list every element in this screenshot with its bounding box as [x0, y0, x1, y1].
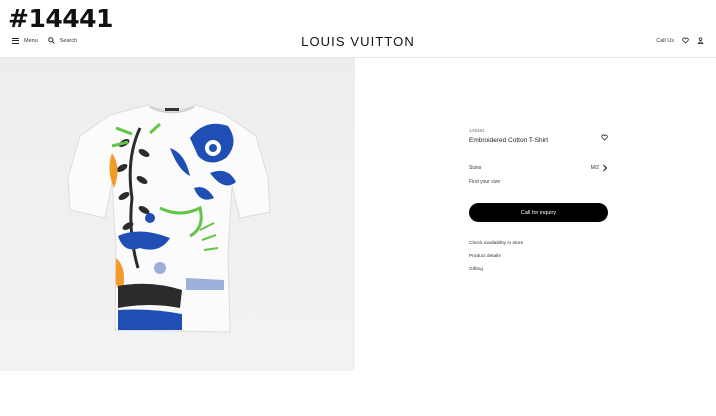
account-icon[interactable] [697, 37, 704, 44]
product-links: Check availability in store Product deta… [469, 241, 523, 280]
chevron-right-icon [602, 164, 608, 174]
product-sku: 1A9181 [469, 128, 485, 133]
site-header: Menu Search LOUIS VUITTON Call Us [0, 31, 716, 58]
wishlist-heart-icon[interactable] [601, 128, 608, 146]
product-details-link[interactable]: Product details [469, 254, 523, 267]
find-your-size-link[interactable]: Find your size [469, 179, 500, 185]
brand-logo[interactable]: LOUIS VUITTON [0, 34, 716, 49]
header-right: Call Us [656, 37, 704, 44]
size-label: Sizes [469, 165, 482, 171]
call-us-link[interactable]: Call Us [656, 38, 674, 44]
tshirt-illustration [67, 104, 271, 333]
gifting-link[interactable]: Gifting [469, 267, 523, 280]
heart-icon[interactable] [682, 37, 689, 44]
size-value: M/2 [590, 165, 599, 171]
product-info-panel: 1A9181 Embroidered Cotton T-Shirt Sizes … [469, 128, 608, 272]
image-id-overlay: #14441 [8, 4, 113, 33]
call-for-inquiry-button[interactable]: Call for inquiry [469, 203, 608, 222]
product-title: Embroidered Cotton T-Shirt [469, 137, 548, 144]
check-availability-link[interactable]: Check availability in store [469, 241, 523, 254]
size-selector[interactable]: Sizes M/2 [469, 164, 608, 172]
product-image[interactable] [0, 58, 355, 371]
